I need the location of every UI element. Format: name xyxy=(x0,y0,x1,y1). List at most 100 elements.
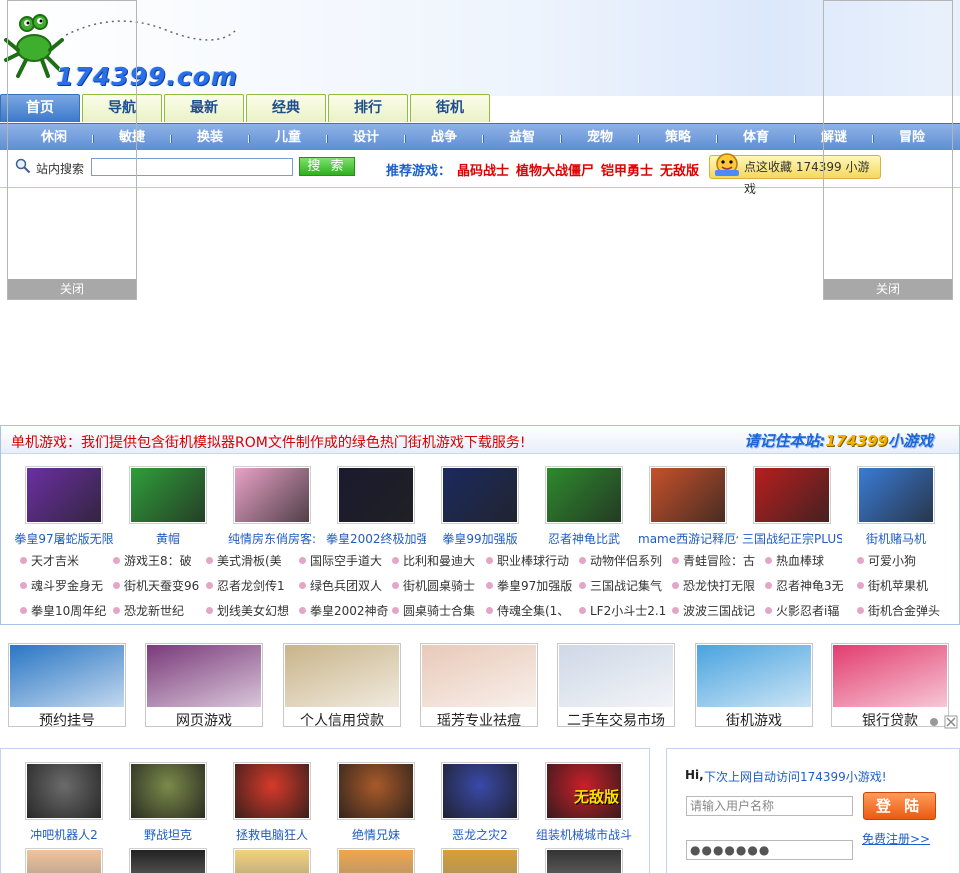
list-item[interactable]: 游戏王8：破 xyxy=(113,552,205,570)
game-title[interactable]: 拯救电脑狂人 xyxy=(222,826,322,843)
list-item[interactable]: 圆桌骑士合集 xyxy=(392,602,484,620)
password-input[interactable]: ●●●●●●● xyxy=(686,840,853,860)
game-card[interactable]: 野战坦克 xyxy=(118,762,218,844)
close-ad-button[interactable]: 关闭 xyxy=(824,279,952,299)
left-float-ad[interactable]: 关闭 xyxy=(7,0,137,300)
game-thumbnail[interactable] xyxy=(545,848,623,873)
game-card[interactable]: 冲吧机器人2 xyxy=(14,762,114,844)
game-thumbnail[interactable] xyxy=(233,762,311,820)
list-item[interactable]: 街机合金弹头 xyxy=(857,602,949,620)
game-thumbnail[interactable] xyxy=(649,466,727,524)
search-button[interactable]: 搜 索 xyxy=(299,157,355,176)
ad-banner[interactable]: 个人信用贷款 xyxy=(283,643,401,729)
list-item[interactable]: 可爱小狗 xyxy=(857,552,949,570)
list-item[interactable]: 波波三国战记 xyxy=(672,602,764,620)
game-title[interactable]: mame西游记释厄传 xyxy=(638,530,738,547)
game-title[interactable]: 拳皇97屠蛇版无限 xyxy=(14,530,114,547)
game-thumbnail[interactable] xyxy=(129,762,207,820)
category-puzzle[interactable]: 益智 xyxy=(482,124,562,151)
game-thumbnail[interactable] xyxy=(441,848,519,873)
ad-label[interactable]: 二手车交易市场 xyxy=(558,710,674,730)
game-card[interactable]: 纯情房东俏房客: xyxy=(222,466,322,548)
game-card[interactable]: 拳皇2002终极加强 xyxy=(326,466,426,548)
list-item[interactable]: 三国战记集气 xyxy=(579,577,671,595)
ad-banner[interactable]: 网页游戏 xyxy=(145,643,263,730)
list-item[interactable]: 忍者龙剑传1 xyxy=(206,577,298,595)
list-item[interactable]: 比利和曼迪大 xyxy=(392,552,484,570)
list-item[interactable]: 侍魂全集(1、 xyxy=(486,602,578,620)
list-item[interactable]: 绿色兵团双人 xyxy=(299,577,391,595)
list-item[interactable]: 美式滑板(美 xyxy=(206,552,298,570)
list-item[interactable]: 拳皇10周年纪 xyxy=(20,602,112,620)
ad-close-icon[interactable] xyxy=(929,715,959,729)
ad-label[interactable]: 网页游戏 xyxy=(146,710,262,730)
list-item[interactable]: 动物伴侣系列 xyxy=(579,552,671,570)
ad-banner[interactable]: 二手车交易市场 xyxy=(557,643,675,730)
game-thumbnail[interactable] xyxy=(129,848,207,873)
category-strategy[interactable]: 策略 xyxy=(638,124,718,151)
game-card[interactable]: 拯救电脑狂人 xyxy=(222,762,322,844)
game-title[interactable]: 组装机械城市战斗 xyxy=(534,826,634,843)
list-item[interactable]: 恐龙快打无限 xyxy=(672,577,764,595)
game-thumbnail[interactable] xyxy=(25,848,103,873)
game-title[interactable]: 黄帽 xyxy=(118,530,218,547)
username-input[interactable]: 请输入用户名称 xyxy=(686,796,853,816)
ad-banner[interactable]: 街机游戏 xyxy=(695,643,813,730)
game-title[interactable]: 野战坦克 xyxy=(118,826,218,843)
list-item[interactable]: 热血棒球 xyxy=(765,552,857,570)
game-thumbnail[interactable] xyxy=(753,466,831,524)
game-card[interactable]: 黄帽 xyxy=(118,466,218,548)
list-item[interactable]: 拳皇97加强版 xyxy=(486,577,578,595)
list-item[interactable]: 忍者神龟3无 xyxy=(765,577,857,595)
list-item[interactable]: 街机圆桌骑士 xyxy=(392,577,484,595)
game-thumbnail[interactable] xyxy=(441,466,519,524)
list-item[interactable]: 划线美女幻想 xyxy=(206,602,298,620)
category-sports[interactable]: 体育 xyxy=(716,124,796,151)
ad-label[interactable]: 预约挂号 xyxy=(9,710,125,730)
close-ad-button[interactable]: 关闭 xyxy=(8,279,136,299)
game-thumbnail[interactable] xyxy=(545,466,623,524)
list-item[interactable]: 职业棒球行动 xyxy=(486,552,578,570)
category-kids[interactable]: 儿童 xyxy=(248,124,328,151)
game-card[interactable]: 无敌版 组装机械城市战斗 xyxy=(534,762,634,844)
game-card[interactable]: 街机赌马机 xyxy=(846,466,946,548)
recommend-link[interactable]: 晶码战士 xyxy=(457,160,509,179)
game-title[interactable]: 三国战纪正宗PLUS xyxy=(742,530,842,547)
game-thumbnail[interactable] xyxy=(129,466,207,524)
register-link[interactable]: 免费注册>> xyxy=(862,830,930,847)
game-card[interactable]: mame西游记释厄传 xyxy=(638,466,738,548)
game-card[interactable]: 拳皇99加强版 xyxy=(430,466,530,548)
game-card[interactable]: 恶龙之灾2 xyxy=(430,762,530,844)
game-card[interactable]: 绝情兄妹 xyxy=(326,762,426,844)
game-title[interactable]: 拳皇2002终极加强 xyxy=(326,530,426,547)
recommend-link[interactable]: 无敌版 xyxy=(660,160,699,179)
game-thumbnail[interactable] xyxy=(25,466,103,524)
game-thumbnail[interactable] xyxy=(233,848,311,873)
list-item[interactable]: 魂斗罗金身无 xyxy=(20,577,112,595)
list-item[interactable]: LF2小斗士2.1 xyxy=(579,602,671,620)
game-thumbnail[interactable] xyxy=(25,762,103,820)
ad-label[interactable]: 街机游戏 xyxy=(696,710,812,730)
tab-classic[interactable]: 经典 xyxy=(246,94,326,122)
game-card[interactable]: 拳皇97屠蛇版无限 xyxy=(14,466,114,548)
category-dressup[interactable]: 换装 xyxy=(170,124,250,151)
game-title[interactable]: 拳皇99加强版 xyxy=(430,530,530,547)
tab-arcade[interactable]: 街机 xyxy=(410,94,490,122)
tab-latest[interactable]: 最新 xyxy=(164,94,244,122)
game-title[interactable]: 街机赌马机 xyxy=(846,530,946,547)
recommend-link[interactable]: 铠甲勇士 xyxy=(601,160,653,179)
game-thumbnail[interactable] xyxy=(337,762,415,820)
game-title[interactable]: 忍者神龟比武 xyxy=(534,530,634,547)
ad-banner[interactable]: 瑶芳专业祛痘 xyxy=(420,643,538,730)
ad-label[interactable]: 瑶芳专业祛痘 xyxy=(421,710,537,730)
game-thumbnail[interactable] xyxy=(857,466,935,524)
game-card[interactable]: 三国战纪正宗PLUS xyxy=(742,466,842,548)
list-item[interactable]: 火影忍者i辐 xyxy=(765,602,857,620)
game-title[interactable]: 绝情兄妹 xyxy=(326,826,426,843)
game-thumbnail[interactable] xyxy=(233,466,311,524)
game-thumbnail[interactable] xyxy=(337,848,415,873)
list-item[interactable]: 青蛙冒险：古 xyxy=(672,552,764,570)
game-title[interactable]: 恶龙之灾2 xyxy=(430,826,530,843)
recommend-link[interactable]: 植物大战僵尸 xyxy=(516,160,594,179)
list-item[interactable]: 街机苹果机 xyxy=(857,577,949,595)
